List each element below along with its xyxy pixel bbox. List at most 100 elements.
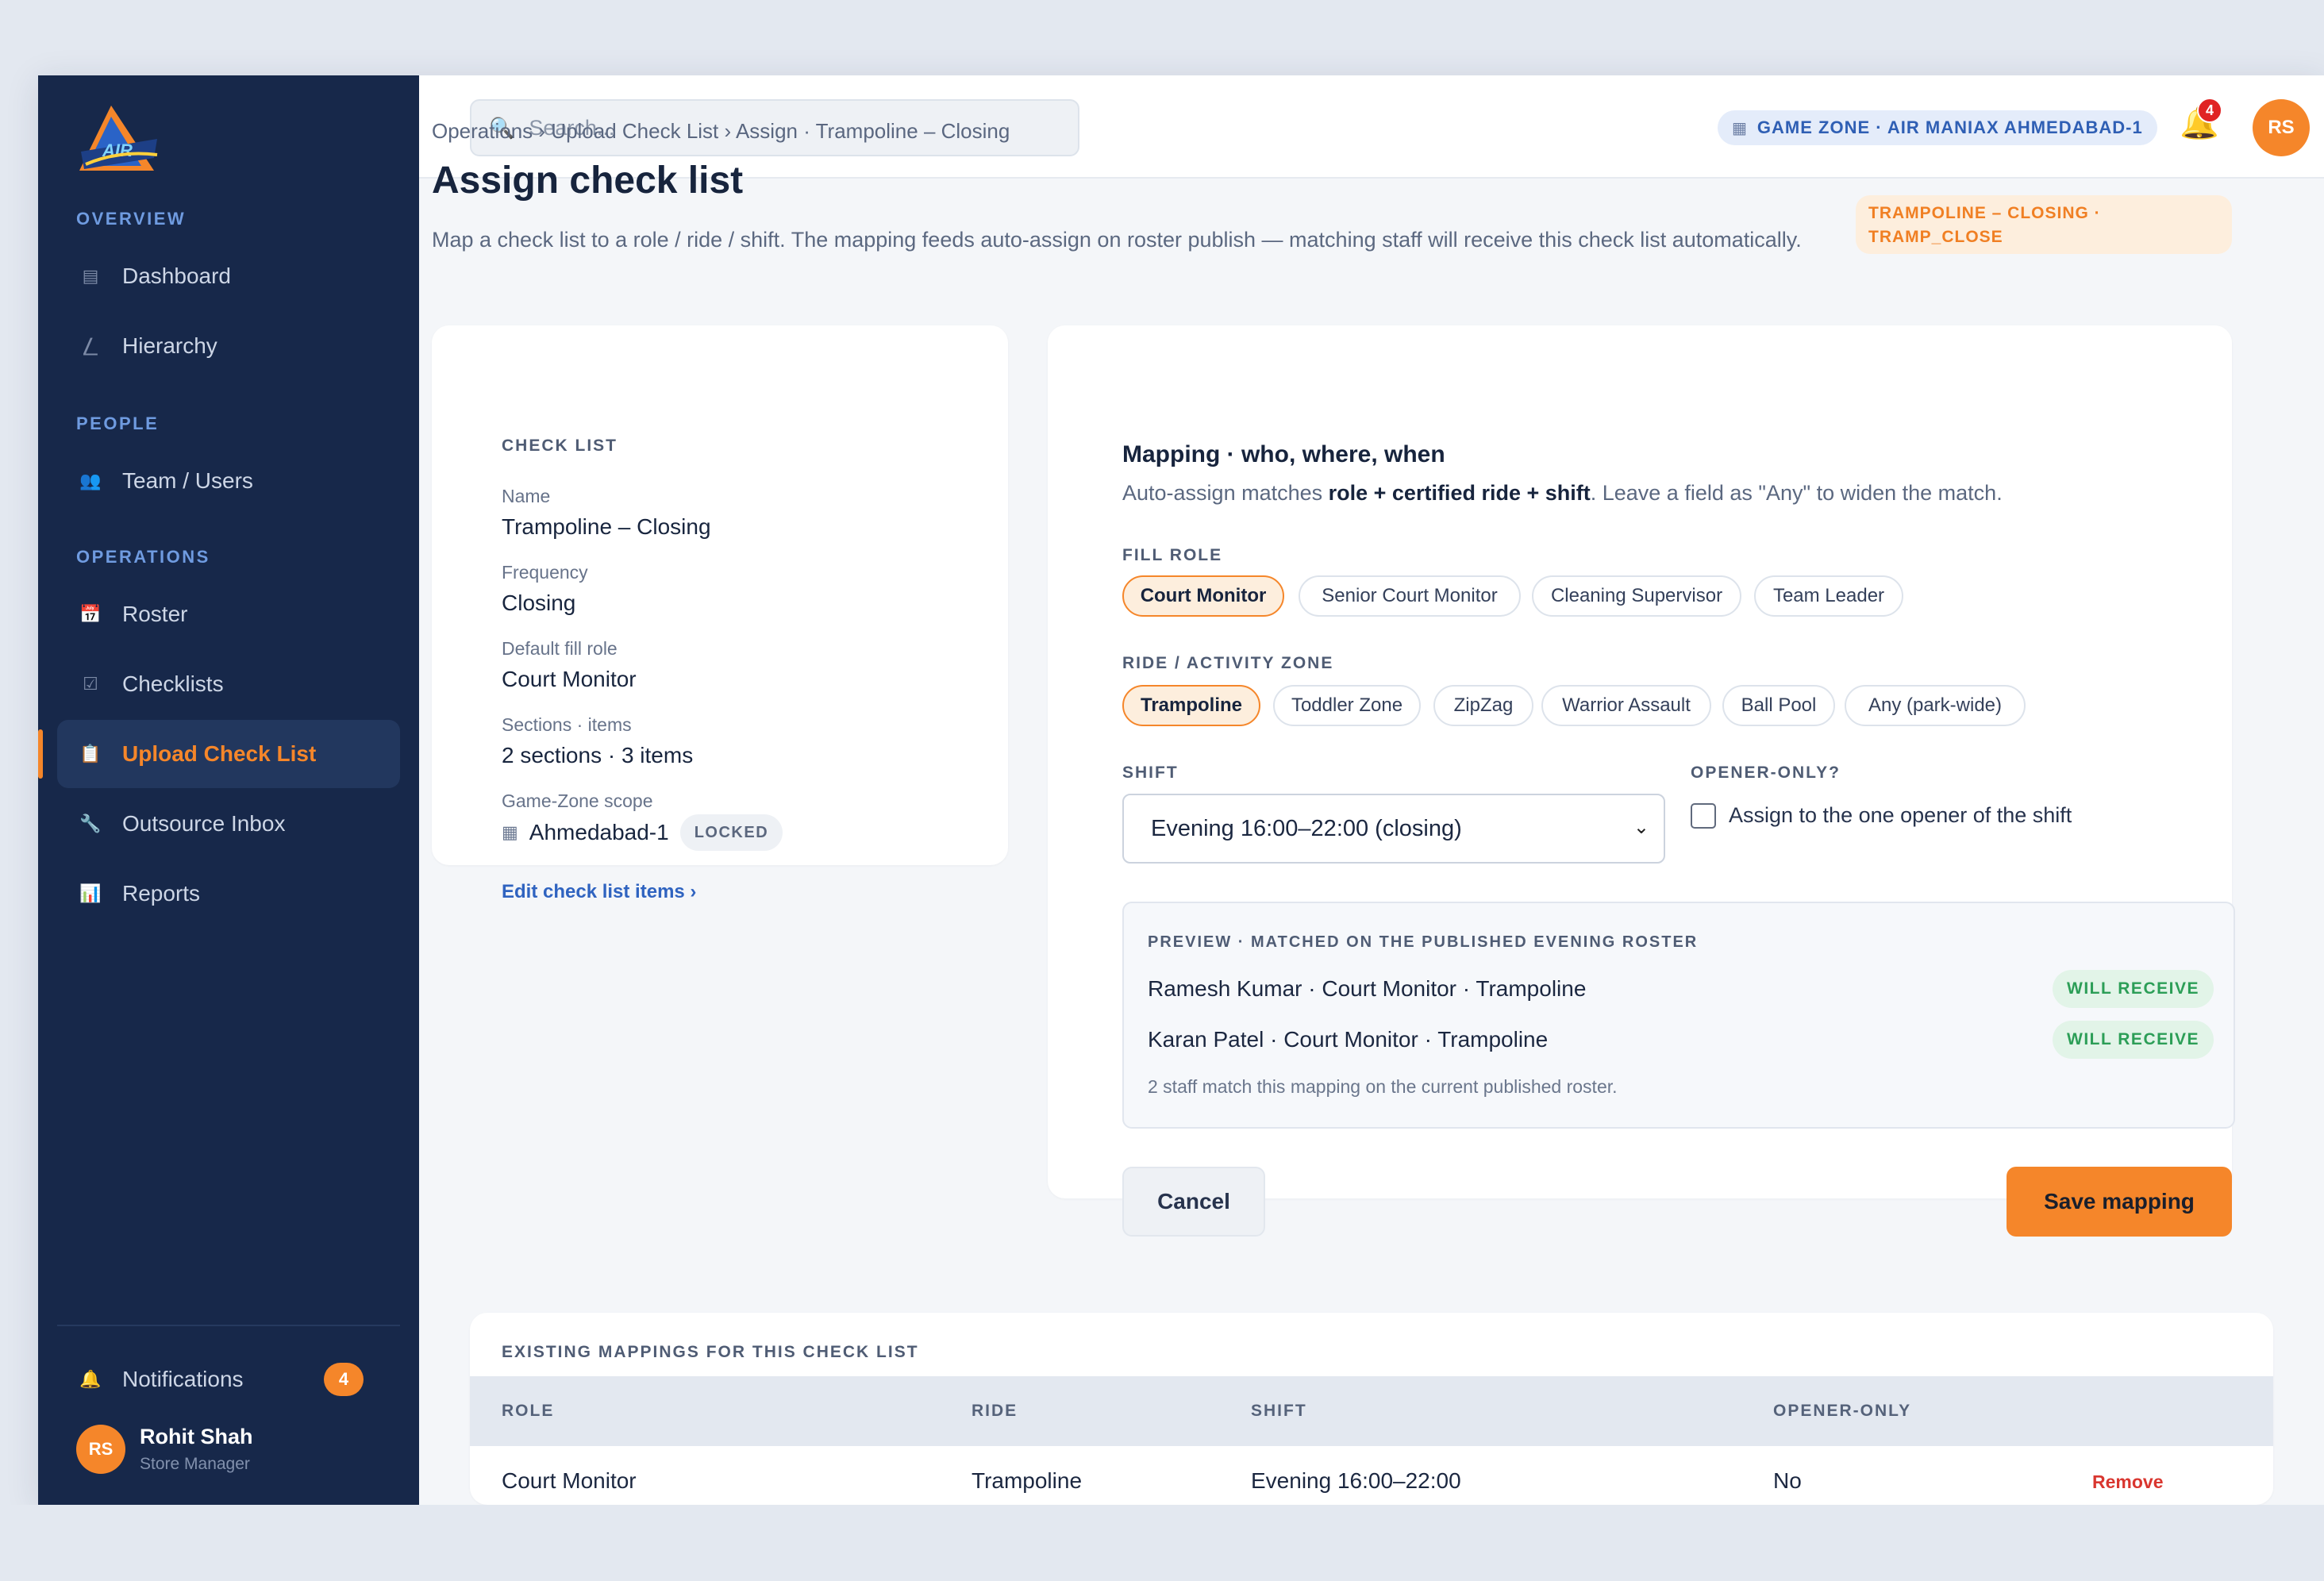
sidebar-item-label: Roster [122,602,188,626]
shift-select[interactable]: Evening 16:00–22:00 (closing) ⌄ [1122,794,1665,864]
sidebar-item-outsource-inbox[interactable]: 🔧 Outsource Inbox [57,790,400,858]
shift-label: SHIFT [1122,764,1179,782]
opener-only-label: OPENER-ONLY? [1691,764,1841,782]
section-label-overview: OVERVIEW [76,209,187,229]
sidebar-item-label: Upload Check List [122,741,317,766]
role-chip-cleaning-supervisor[interactable]: Cleaning Supervisor [1532,575,1741,617]
checklist-code-line1: TRAMPOLINE – CLOSING · [1868,204,2101,222]
cancel-button[interactable]: Cancel [1122,1167,1265,1237]
role-chip-senior-court-monitor[interactable]: Senior Court Monitor [1299,575,1521,617]
background-bottom-margin [0,1505,2324,1581]
mapping-hint-bold: role + certified ride + shift [1328,481,1591,505]
table-cell-role: Court Monitor [502,1468,637,1493]
table-header [470,1376,2273,1446]
default-role-label: Default fill role [502,638,618,659]
mapping-title: Mapping · who, where, when [1122,441,1445,467]
sidebar-item-notifications[interactable]: 🔔 Notifications 4 [57,1345,400,1414]
column-header-role: ROLE [502,1402,555,1420]
default-role-value: Court Monitor [502,667,637,691]
game-zone-pill[interactable]: ▦ GAME ZONE · AIR MANIAX AHMEDABAD-1 [1718,110,2157,145]
ride-chip-ball-pool[interactable]: Ball Pool [1722,685,1835,726]
sidebar-item-label: Dashboard [122,264,231,288]
sidebar-item-label: Hierarchy [122,333,217,358]
user-name: Rohit Shah [140,1425,253,1448]
section-label-operations: OPERATIONS [76,547,210,567]
sidebar-divider [57,1325,400,1326]
table-cell-shift: Evening 16:00–22:00 [1251,1468,1461,1493]
sidebar-item-label: Checklists [122,671,224,696]
user-avatar[interactable]: RS [76,1425,125,1474]
role-chip-court-monitor[interactable]: Court Monitor [1122,575,1284,617]
sidebar-item-label: Notifications [122,1367,244,1391]
preview-caption: PREVIEW · MATCHED ON THE PUBLISHED EVENI… [1148,933,1699,951]
hierarchy-icon: ⎳ [83,336,98,356]
ride-chip-warrior-assault[interactable]: Warrior Assault [1541,685,1711,726]
air-maniax-logo[interactable]: AIR [75,102,164,175]
column-header-shift: SHIFT [1251,1402,1307,1420]
checklist-code-tag: TRAMPOLINE – CLOSING · TRAMP_CLOSE [1856,195,2232,254]
dashboard-icon: ▤ [82,266,99,286]
bell-icon: 🔔 [79,1369,102,1389]
opener-only-text[interactable]: Assign to the one opener of the shift [1729,803,2072,828]
sidebar-item-roster[interactable]: 📅 Roster [57,580,400,648]
role-chip-team-leader[interactable]: Team Leader [1754,575,1903,617]
mapping-hint-pre: Auto-assign matches [1122,481,1329,505]
ride-chip-zipzag[interactable]: ZipZag [1433,685,1533,726]
sidebar-item-reports[interactable]: 📊 Reports [57,860,400,928]
sidebar-item-dashboard[interactable]: ▤ Dashboard [57,242,400,310]
checkbox-icon: ☑ [83,674,98,694]
building-icon: ▦ [502,822,518,842]
shift-selected-value: Evening 16:00–22:00 (closing) [1151,815,1462,841]
team-icon: 👥 [79,471,102,490]
sections-label: Sections · items [502,714,632,735]
table-cell-opener: No [1773,1468,1802,1493]
ride-zone-label: RIDE / ACTIVITY ZONE [1122,654,1334,672]
preview-row-text: Karan Patel · Court Monitor · Trampoline [1148,1027,1549,1052]
building-icon: ▦ [1732,119,1748,137]
frequency-value: Closing [502,590,576,615]
name-value: Trampoline – Closing [502,514,711,539]
fill-role-label: FILL ROLE [1122,546,1223,564]
sidebar-item-checklists[interactable]: ☑ Checklists [57,650,400,718]
preview-row-text: Ramesh Kumar · Court Monitor · Trampolin… [1148,976,1587,1001]
remove-mapping-button[interactable]: Remove [2092,1471,2163,1493]
bell-count-badge: 4 [2197,98,2222,123]
calendar-icon: 📅 [79,604,102,624]
save-mapping-button[interactable]: Save mapping [2007,1167,2232,1237]
sidebar: AIR OVERVIEW ▤ Dashboard ⎳ Hierarchy PEO… [38,75,419,1505]
sidebar-item-team-users[interactable]: 👥 Team / Users [57,447,400,515]
sidebar-item-hierarchy[interactable]: ⎳ Hierarchy [57,312,400,380]
preview-note: 2 staff match this mapping on the curren… [1148,1076,1618,1097]
ride-chip-any-park-wide[interactable]: Any (park-wide) [1845,685,2026,726]
wrench-icon: 🔧 [79,814,102,833]
checklist-caption: CHECK LIST [502,437,618,455]
existing-mappings-caption: EXISTING MAPPINGS FOR THIS CHECK LIST [502,1343,919,1361]
game-zone-label: GAME ZONE · AIR MANIAX AHMEDABAD-1 [1756,117,2143,137]
will-receive-badge: WILL RECEIVE [2053,1021,2214,1059]
scope-value: Ahmedabad-1 [529,820,669,844]
mapping-hint: Auto-assign matches role + certified rid… [1122,481,2003,506]
sidebar-item-label: Outsource Inbox [122,811,286,836]
chevron-down-icon: ⌄ [1633,817,1649,838]
locked-badge: LOCKED [679,814,783,851]
scope-row: ▦ Ahmedabad-1 LOCKED [502,814,783,851]
ride-chip-trampoline[interactable]: Trampoline [1122,685,1260,726]
checklist-code-line2: TRAMP_CLOSE [1868,228,2003,246]
sections-value: 2 sections · 3 items [502,743,694,767]
ride-chip-toddler-zone[interactable]: Toddler Zone [1273,685,1421,726]
name-label: Name [502,486,551,506]
page-subtitle: Map a check list to a role / ride / shif… [432,228,1802,252]
frequency-label: Frequency [502,562,588,583]
clipboard-icon: 📋 [79,744,102,764]
section-label-people: PEOPLE [76,414,160,433]
breadcrumb[interactable]: Operations › Upload Check List › Assign … [432,119,1010,144]
avatar[interactable]: RS [2253,99,2310,156]
sidebar-item-label: Team / Users [122,468,253,493]
page-title: Assign check list [432,160,744,202]
table-cell-ride: Trampoline [972,1468,1083,1493]
scope-label: Game-Zone scope [502,790,653,811]
user-role: Store Manager [140,1455,250,1473]
opener-only-checkbox[interactable] [1691,803,1716,829]
edit-checklist-items-link[interactable]: Edit check list items › [502,881,696,903]
sidebar-item-upload-check-list[interactable]: 📋 Upload Check List [38,720,400,788]
